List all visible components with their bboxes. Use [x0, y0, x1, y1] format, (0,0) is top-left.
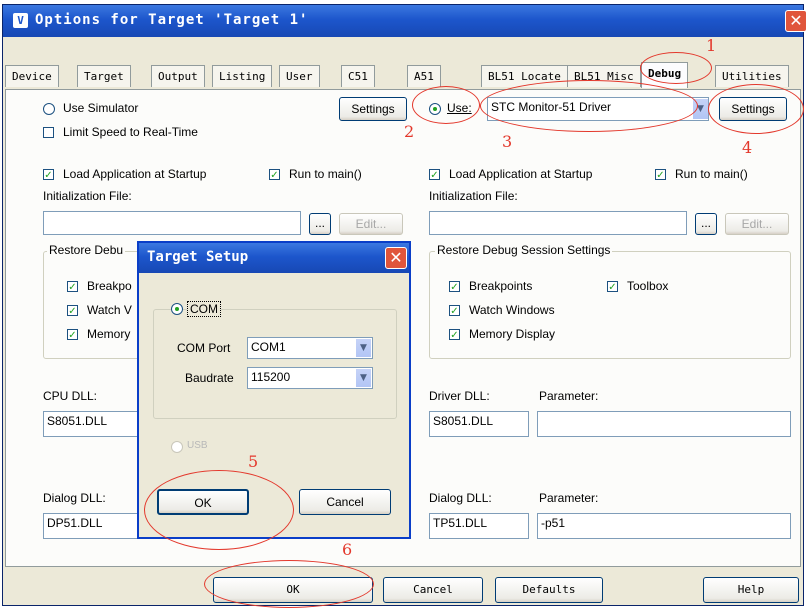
- annotation-circle-use-radio: [412, 86, 480, 124]
- window-title: Options for Target 'Target 1': [35, 12, 309, 28]
- right-init-file-input[interactable]: [429, 211, 687, 235]
- right-memory-checkbox[interactable]: ✓: [449, 329, 460, 341]
- dialog-parameter-label: Parameter:: [539, 491, 599, 505]
- left-load-app-checkbox[interactable]: ✓: [43, 169, 54, 181]
- right-run-to-main-label: Run to main(): [675, 167, 748, 181]
- left-restore-group-title: Restore Debu: [47, 243, 126, 257]
- annotation-circle-settings: [708, 84, 804, 134]
- annotation-number-2: 2: [404, 122, 415, 141]
- right-init-file-label: Initialization File:: [429, 189, 518, 203]
- right-dialog-dll-input[interactable]: TP51.DLL: [429, 513, 529, 539]
- baudrate-label: Baudrate: [185, 371, 234, 385]
- left-load-app-label: Load Application at Startup: [63, 167, 207, 181]
- left-run-to-main-checkbox[interactable]: ✓: [269, 169, 280, 181]
- dialog-parameter-input[interactable]: -p51: [537, 513, 791, 539]
- right-breakpoints-checkbox[interactable]: ✓: [449, 281, 460, 293]
- tab-listing[interactable]: Listing: [212, 65, 273, 87]
- use-simulator-radio[interactable]: [43, 103, 55, 115]
- limit-speed-checkbox[interactable]: [43, 127, 54, 138]
- close-icon[interactable]: ✕: [785, 10, 806, 32]
- left-memory-checkbox[interactable]: ✓: [67, 329, 78, 341]
- annotation-number-1: 1: [706, 36, 717, 55]
- usb-label: USB: [187, 440, 208, 451]
- left-init-file-label: Initialization File:: [43, 189, 132, 203]
- annotation-circle-dialog-ok: [144, 470, 294, 550]
- app-icon: V: [13, 13, 28, 28]
- left-browse-button[interactable]: ...: [309, 213, 331, 235]
- left-dialog-dll-input[interactable]: DP51.DLL: [43, 513, 143, 539]
- left-watch-label: Watch V: [87, 303, 132, 317]
- cpu-dll-input[interactable]: S8051.DLL: [43, 411, 143, 437]
- dialog-title-bar[interactable]: Target Setup ✕: [139, 243, 409, 273]
- dialog-cancel-button[interactable]: Cancel: [299, 489, 391, 515]
- driver-parameter-label: Parameter:: [539, 389, 599, 403]
- dialog-title: Target Setup: [147, 249, 249, 265]
- right-load-app-checkbox[interactable]: ✓: [429, 169, 440, 181]
- left-dialog-dll-label: Dialog DLL:: [43, 491, 106, 505]
- right-dialog-dll-label: Dialog DLL:: [429, 491, 492, 505]
- right-breakpoints-label: Breakpoints: [469, 279, 533, 293]
- right-watch-checkbox[interactable]: ✓: [449, 305, 460, 317]
- annotation-circle-ok: [204, 560, 374, 608]
- right-toolbox-label: Toolbox: [627, 279, 669, 293]
- tab-c51[interactable]: C51: [341, 65, 375, 87]
- tab-user[interactable]: User: [279, 65, 320, 87]
- limit-speed-label: Limit Speed to Real-Time: [63, 125, 198, 139]
- left-watch-checkbox[interactable]: ✓: [67, 305, 78, 317]
- annotation-number-6: 6: [342, 540, 353, 559]
- defaults-button[interactable]: Defaults: [495, 577, 603, 603]
- right-restore-group-title: Restore Debug Session Settings: [435, 243, 613, 257]
- baudrate-arrow-icon[interactable]: ▼: [355, 369, 371, 387]
- right-edit-button[interactable]: Edit...: [725, 213, 789, 235]
- driver-parameter-input[interactable]: [537, 411, 791, 437]
- usb-radio[interactable]: [171, 441, 183, 453]
- tab-device[interactable]: Device: [5, 65, 59, 87]
- tab-target[interactable]: Target: [77, 65, 131, 87]
- com-port-arrow-icon[interactable]: ▼: [355, 339, 371, 357]
- right-watch-label: Watch Windows: [469, 303, 555, 317]
- left-breakpoints-label: Breakpo: [87, 279, 132, 293]
- right-memory-label: Memory Display: [469, 327, 556, 341]
- annotation-number-3: 3: [502, 132, 513, 151]
- com-radio[interactable]: [171, 303, 183, 315]
- driver-dll-input[interactable]: S8051.DLL: [429, 411, 529, 437]
- right-load-app-label: Load Application at Startup: [449, 167, 593, 181]
- dialog-close-icon[interactable]: ✕: [385, 247, 407, 269]
- title-bar[interactable]: V Options for Target 'Target 1' ✕: [3, 5, 806, 37]
- com-label: COM: [187, 301, 221, 317]
- com-port-label: COM Port: [177, 341, 231, 355]
- use-simulator-label: Use Simulator: [63, 101, 139, 115]
- com-group: [153, 309, 397, 419]
- left-run-to-main-label: Run to main(): [289, 167, 362, 181]
- right-browse-button[interactable]: ...: [695, 213, 717, 235]
- left-edit-button[interactable]: Edit...: [339, 213, 403, 235]
- cpu-dll-label: CPU DLL:: [43, 389, 98, 403]
- annotation-number-5: 5: [248, 452, 259, 471]
- tab-output[interactable]: Output: [151, 65, 205, 87]
- left-settings-button[interactable]: Settings: [339, 97, 407, 121]
- cancel-button[interactable]: Cancel: [383, 577, 483, 603]
- left-breakpoints-checkbox[interactable]: ✓: [67, 281, 78, 293]
- annotation-circle-driver: [480, 80, 698, 132]
- right-toolbox-checkbox[interactable]: ✓: [607, 281, 618, 293]
- annotation-number-4: 4: [742, 138, 753, 157]
- help-button[interactable]: Help: [703, 577, 799, 603]
- tab-a51[interactable]: A51: [407, 65, 441, 87]
- right-run-to-main-checkbox[interactable]: ✓: [655, 169, 666, 181]
- left-memory-label: Memory: [87, 327, 131, 341]
- driver-dll-label: Driver DLL:: [429, 389, 490, 403]
- left-init-file-input[interactable]: [43, 211, 301, 235]
- annotation-circle-debug-tab: [640, 52, 712, 84]
